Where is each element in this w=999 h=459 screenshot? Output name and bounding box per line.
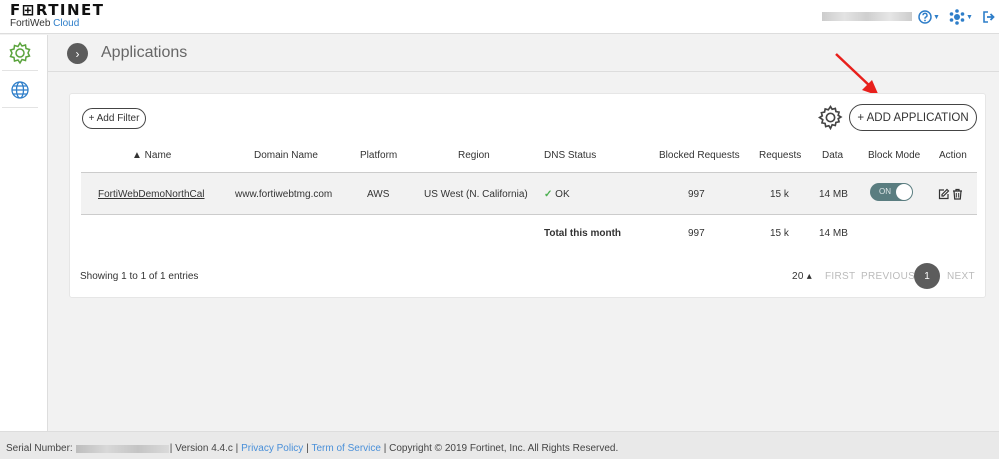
chevron-right-icon: › bbox=[75, 46, 80, 61]
serial-label: Serial Number: bbox=[6, 443, 73, 454]
app-name-link[interactable]: FortiWebDemoNorthCal bbox=[98, 189, 205, 200]
logo-brand: F⊞RTINET bbox=[10, 1, 105, 19]
globe-icon bbox=[11, 80, 29, 99]
sidebar bbox=[0, 35, 48, 431]
chevron-down-icon: ▼ bbox=[933, 13, 940, 21]
toggle-label: ON bbox=[879, 187, 891, 196]
logo-product-name: FortiWeb bbox=[10, 18, 51, 29]
trash-icon bbox=[953, 188, 962, 200]
logo-product-cloud: Cloud bbox=[53, 18, 80, 29]
next-page-button[interactable]: NEXT bbox=[947, 271, 975, 282]
add-application-button[interactable]: + ADD APPLICATION bbox=[849, 104, 977, 131]
application-gear-icon bbox=[9, 41, 31, 64]
help-icon bbox=[918, 10, 932, 24]
copyright-text: | Copyright © 2019 Fortinet, Inc. All Ri… bbox=[383, 443, 619, 454]
version-text: | Version 4.4.c | bbox=[169, 443, 239, 454]
check-icon: ✓ bbox=[544, 189, 553, 200]
sidebar-item-applications[interactable] bbox=[2, 35, 38, 71]
settings-network-icon bbox=[949, 9, 965, 25]
col-header-data[interactable]: Data bbox=[822, 150, 843, 161]
serial-number-redacted bbox=[75, 444, 169, 453]
previous-page-button[interactable]: PREVIOUS bbox=[861, 271, 915, 282]
page-title: Applications bbox=[101, 44, 188, 61]
fortinet-logo[interactable]: F⊞RTINET FortiWeb Cloud bbox=[10, 1, 105, 30]
col-header-domain[interactable]: Domain Name bbox=[254, 150, 318, 161]
footer-separator: | bbox=[306, 443, 309, 454]
cell-domain: www.fortiwebtmg.com bbox=[235, 189, 333, 200]
cell-blocked-requests: 997 bbox=[688, 189, 705, 200]
current-page-button[interactable]: 1 bbox=[914, 263, 940, 289]
cell-region: US West (N. California) bbox=[424, 189, 528, 200]
footer-line: Serial Number: | Version 4.4.c | Privacy… bbox=[6, 443, 618, 454]
column-settings-button[interactable] bbox=[818, 105, 843, 131]
sidebar-item-global[interactable] bbox=[2, 72, 38, 108]
total-data: 14 MB bbox=[819, 228, 848, 239]
gear-icon bbox=[818, 105, 843, 131]
delete-button[interactable] bbox=[952, 188, 963, 203]
col-header-action: Action bbox=[939, 150, 967, 161]
edit-icon bbox=[938, 188, 950, 200]
logo-product: FortiWeb Cloud bbox=[10, 18, 105, 29]
page-size-select[interactable]: 20 ▴ bbox=[792, 271, 812, 282]
block-mode-toggle[interactable]: ON bbox=[870, 183, 913, 201]
col-header-block-mode: Block Mode bbox=[868, 150, 921, 161]
expand-sidebar-button[interactable]: › bbox=[67, 43, 88, 64]
cell-dns-status: ✓ OK bbox=[544, 189, 570, 200]
col-header-requests[interactable]: Requests bbox=[759, 150, 801, 161]
privacy-policy-link[interactable]: Privacy Policy bbox=[241, 443, 303, 454]
settings-network-menu[interactable]: ▼ bbox=[949, 9, 973, 25]
terms-of-service-link[interactable]: Term of Service bbox=[311, 443, 380, 454]
dns-status-text: OK bbox=[555, 189, 570, 200]
col-header-region[interactable]: Region bbox=[458, 150, 490, 161]
user-name-redacted[interactable] bbox=[822, 12, 912, 21]
toggle-knob bbox=[896, 184, 912, 200]
chevron-down-icon: ▼ bbox=[965, 13, 973, 21]
entries-info: Showing 1 to 1 of 1 entries bbox=[80, 271, 199, 282]
cell-platform: AWS bbox=[367, 189, 390, 200]
cell-data: 14 MB bbox=[819, 189, 848, 200]
cell-requests: 15 k bbox=[770, 189, 789, 200]
logout-icon bbox=[983, 11, 995, 23]
footer: Serial Number: | Version 4.4.c | Privacy… bbox=[0, 431, 999, 459]
col-header-platform[interactable]: Platform bbox=[360, 150, 397, 161]
edit-button[interactable] bbox=[938, 188, 950, 203]
col-header-dns-status[interactable]: DNS Status bbox=[544, 150, 596, 161]
col-header-blocked-requests[interactable]: Blocked Requests bbox=[659, 150, 740, 161]
help-menu[interactable]: ▼ bbox=[918, 10, 940, 24]
total-label: Total this month bbox=[544, 228, 622, 239]
total-blocked-requests: 997 bbox=[688, 228, 705, 239]
top-bar: F⊞RTINET FortiWeb Cloud ▼ ▼ bbox=[0, 0, 999, 34]
logout-button[interactable] bbox=[982, 10, 996, 24]
total-requests: 15 k bbox=[770, 228, 789, 239]
applications-card: + Add Filter + ADD APPLICATION ▲ Name Do… bbox=[69, 93, 986, 298]
col-header-name[interactable]: ▲ Name bbox=[132, 150, 171, 161]
header-icons: ▼ ▼ bbox=[918, 9, 996, 25]
add-filter-button[interactable]: + Add Filter bbox=[82, 108, 146, 129]
first-page-button[interactable]: FIRST bbox=[825, 271, 855, 282]
